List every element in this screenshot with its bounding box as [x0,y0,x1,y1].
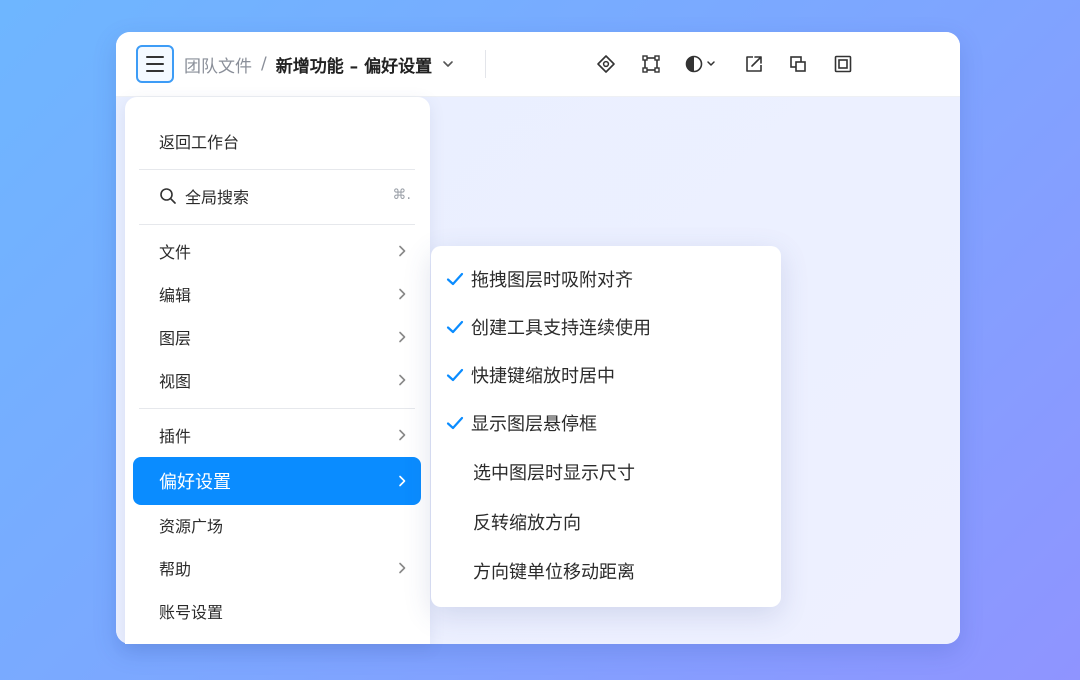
chevron-right-icon [399,288,406,300]
menu-item-layer[interactable]: 图层 [133,315,421,359]
menu-divider [139,224,415,225]
pref-snap-on-drag[interactable]: 拖拽图层时吸附对齐 [431,259,781,299]
menu-item-label: 视图 [159,372,192,391]
menu-item-plugins[interactable]: 插件 [133,413,421,457]
pref-hover-outline[interactable]: 显示图层悬停框 [431,403,781,443]
breadcrumb-team[interactable]: 团队文件 [184,52,252,77]
checkmark-icon [446,320,464,334]
menu-item-help[interactable]: 帮助 [133,546,421,590]
menu-item-label: 偏好设置 [159,472,231,493]
pref-label: 反转缩放方向 [473,513,581,534]
menu-item-preferences[interactable]: 偏好设置 [133,457,421,505]
menu-divider [139,408,415,409]
theme-toggle-icon[interactable] [684,52,720,76]
component-icon[interactable] [594,52,618,76]
menu-item-file[interactable]: 文件 [133,229,421,273]
pref-invert-zoom[interactable]: 反转缩放方向 [431,502,781,542]
top-bar: 团队文件 / 新增功能 – 偏好设置 [116,32,960,97]
chevron-right-icon [399,475,406,487]
chevron-down-icon[interactable] [442,58,454,70]
pref-label: 创建工具支持连续使用 [471,318,651,339]
breadcrumb-file-title[interactable]: 新增功能 – 偏好设置 [276,52,432,77]
menu-item-edit[interactable]: 编辑 [133,272,421,316]
chevron-right-icon [399,331,406,343]
menu-item-back-to-workspace[interactable]: 返回工作台 [133,119,421,163]
menu-item-label: 账号设置 [159,603,224,622]
pref-arrow-key-nudge[interactable]: 方向键单位移动距离 [431,551,781,591]
main-menu-button[interactable] [136,45,174,83]
export-icon[interactable] [742,52,766,76]
chevron-right-icon [399,245,406,257]
menu-item-label: 全局搜索 [185,188,250,207]
pref-continuous-create[interactable]: 创建工具支持连续使用 [431,307,781,347]
pref-zoom-center[interactable]: 快捷键缩放时居中 [431,355,781,395]
topbar-divider [485,50,486,78]
present-icon[interactable] [831,52,855,76]
menu-item-label: 图层 [159,329,192,348]
menu-item-view[interactable]: 视图 [133,358,421,402]
menu-divider [139,169,415,170]
chevron-right-icon [399,374,406,386]
menu-item-label: 编辑 [159,286,192,305]
menu-item-account-settings[interactable]: 账号设置 [133,589,421,633]
chevron-right-icon [399,562,406,574]
breadcrumb: 团队文件 / 新增功能 – 偏好设置 [184,32,454,96]
checkmark-icon [446,368,464,382]
checkmark-icon [446,272,464,286]
menu-item-label: 返回工作台 [159,133,240,152]
main-menu: 返回工作台 全局搜索 ⌘. 文件 编辑 图层 视图 插件 偏好设置 资源广场 帮 [125,97,430,644]
hamburger-icon [146,56,164,58]
menu-item-label: 插件 [159,427,192,446]
pref-label: 快捷键缩放时居中 [471,366,615,387]
checkmark-icon [446,416,464,430]
pref-label: 显示图层悬停框 [471,414,597,435]
menu-item-label: 资源广场 [159,517,224,536]
chevron-right-icon [399,429,406,441]
shortcut-hint: ⌘. [392,187,411,203]
breadcrumb-separator: / [261,54,267,74]
pref-label: 方向键单位移动距离 [473,562,635,583]
pref-label: 选中图层时显示尺寸 [473,463,635,484]
menu-item-resource-plaza[interactable]: 资源广场 [133,503,421,547]
menu-item-label: 帮助 [159,560,192,579]
preferences-submenu: 拖拽图层时吸附对齐 创建工具支持连续使用 快捷键缩放时居中 显示图层悬停框 选中… [431,246,781,607]
pref-show-dimensions[interactable]: 选中图层时显示尺寸 [431,452,781,492]
layers-icon[interactable] [786,52,810,76]
menu-item-global-search[interactable]: 全局搜索 ⌘. [133,174,421,218]
menu-item-label: 文件 [159,243,192,262]
pref-label: 拖拽图层时吸附对齐 [471,270,633,291]
search-icon [160,188,176,204]
frame-icon[interactable] [639,52,663,76]
